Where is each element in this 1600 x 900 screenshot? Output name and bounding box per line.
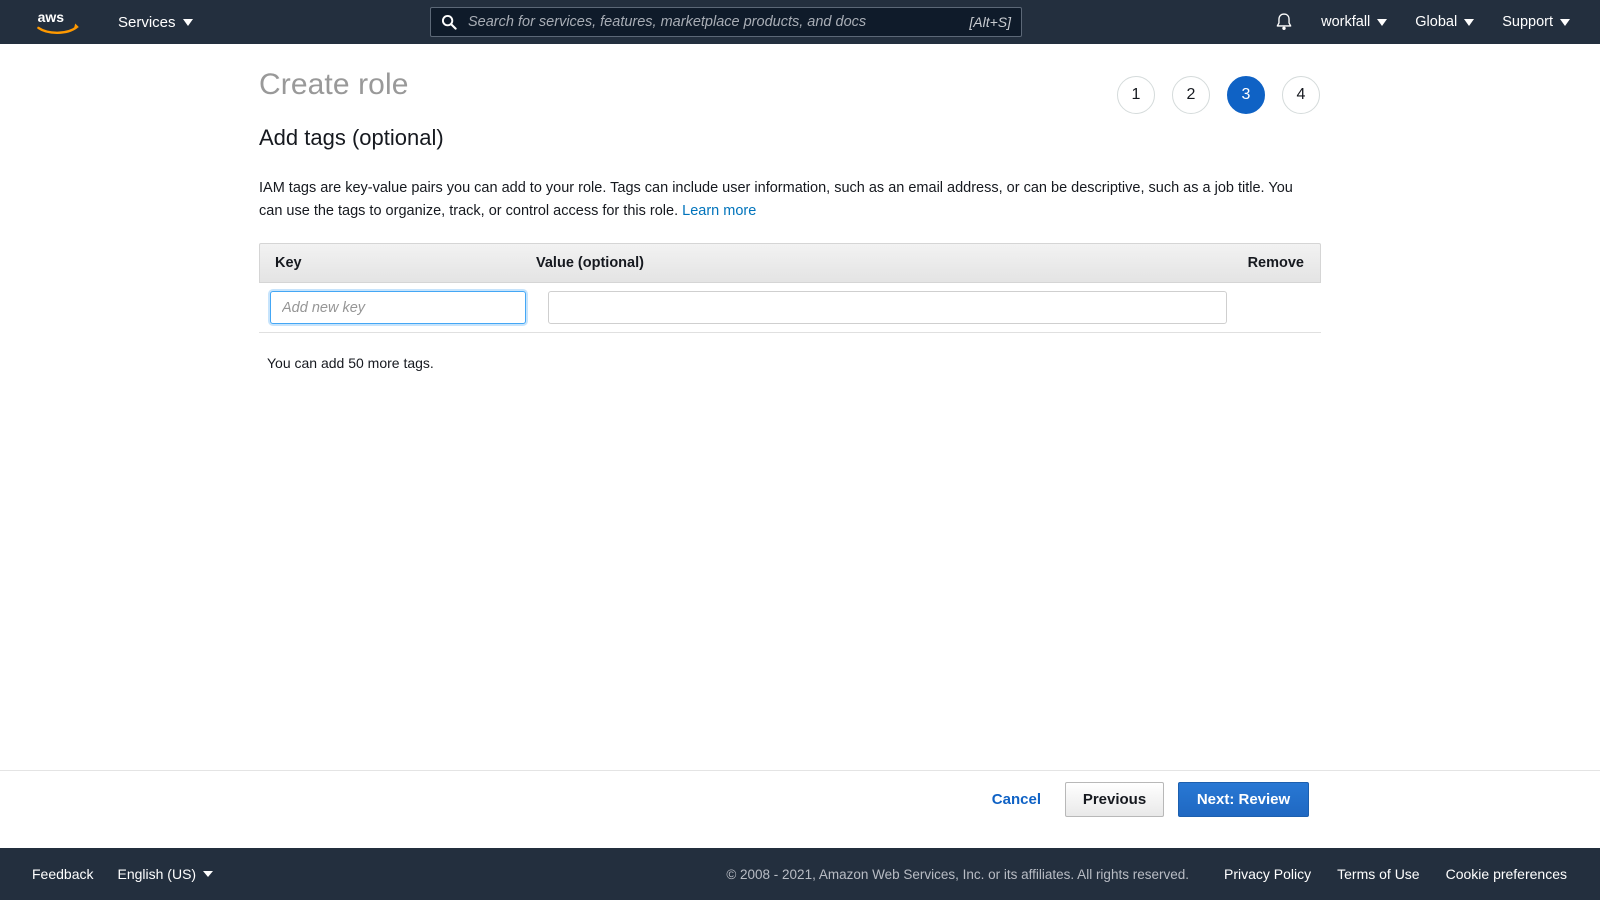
chevron-down-icon bbox=[182, 18, 193, 26]
account-menu-button[interactable]: workfall bbox=[1307, 0, 1401, 44]
cookie-preferences-link[interactable]: Cookie preferences bbox=[1433, 866, 1580, 882]
wizard-step-2[interactable]: 2 bbox=[1172, 76, 1210, 114]
top-navigation-bar: aws Services [Alt+S] work bbox=[0, 0, 1600, 44]
language-selector[interactable]: English (US) bbox=[105, 866, 225, 882]
action-bar-divider bbox=[0, 770, 1600, 771]
page-footer: Feedback English (US) © 2008 - 2021, Ama… bbox=[0, 848, 1600, 900]
global-search-box[interactable]: [Alt+S] bbox=[430, 7, 1022, 37]
footer-right-group: © 2008 - 2021, Amazon Web Services, Inc.… bbox=[726, 866, 1580, 882]
search-shortcut-hint: [Alt+S] bbox=[969, 14, 1011, 30]
column-header-key: Key bbox=[275, 255, 302, 271]
learn-more-link[interactable]: Learn more bbox=[682, 203, 756, 219]
description-text: IAM tags are key-value pairs you can add… bbox=[259, 180, 1293, 219]
section-description: IAM tags are key-value pairs you can add… bbox=[259, 177, 1319, 223]
terms-of-use-link[interactable]: Terms of Use bbox=[1324, 866, 1432, 882]
section-title: Add tags (optional) bbox=[259, 125, 444, 150]
chevron-down-icon bbox=[1377, 18, 1388, 26]
tag-key-input[interactable] bbox=[270, 291, 526, 324]
cancel-button[interactable]: Cancel bbox=[974, 791, 1059, 808]
tags-remaining-note: You can add 50 more tags. bbox=[267, 355, 434, 371]
main-content-area: Create role 1 2 3 4 Add tags (optional) … bbox=[0, 44, 1600, 814]
tags-table-header-row: Key Value (optional) Remove bbox=[259, 243, 1321, 283]
chevron-down-icon bbox=[203, 871, 214, 877]
svg-text:aws: aws bbox=[38, 9, 65, 25]
privacy-policy-link[interactable]: Privacy Policy bbox=[1211, 866, 1324, 882]
column-header-value: Value (optional) bbox=[536, 255, 644, 271]
support-menu-label: Support bbox=[1502, 14, 1553, 30]
wizard-step-indicator: 1 2 3 4 bbox=[1117, 76, 1320, 114]
search-input[interactable] bbox=[466, 13, 962, 31]
table-row bbox=[259, 283, 1321, 333]
wizard-action-bar: Cancel Previous Next: Review bbox=[974, 782, 1309, 817]
next-review-button[interactable]: Next: Review bbox=[1178, 782, 1309, 817]
feedback-link[interactable]: Feedback bbox=[20, 866, 105, 882]
support-menu-button[interactable]: Support bbox=[1488, 0, 1584, 44]
tag-value-input[interactable] bbox=[548, 291, 1227, 324]
notifications-button[interactable] bbox=[1261, 0, 1307, 44]
top-nav-right-group: workfall Global Support bbox=[1261, 0, 1584, 44]
services-menu-button[interactable]: Services bbox=[118, 14, 193, 31]
chevron-down-icon bbox=[1464, 18, 1475, 26]
chevron-down-icon bbox=[1560, 18, 1570, 26]
services-menu-label: Services bbox=[118, 13, 176, 31]
feedback-label: Feedback bbox=[32, 866, 94, 882]
search-icon bbox=[441, 14, 457, 30]
bell-icon bbox=[1275, 12, 1293, 32]
footer-left-group: Feedback English (US) bbox=[20, 866, 225, 882]
previous-button[interactable]: Previous bbox=[1065, 782, 1164, 817]
aws-logo-icon[interactable]: aws bbox=[36, 8, 82, 36]
wizard-step-3[interactable]: 3 bbox=[1227, 76, 1265, 114]
wizard-step-4[interactable]: 4 bbox=[1282, 76, 1320, 114]
column-header-remove: Remove bbox=[1247, 255, 1304, 271]
language-label: English (US) bbox=[117, 866, 197, 882]
region-menu-label: Global bbox=[1415, 14, 1458, 30]
copyright-text: © 2008 - 2021, Amazon Web Services, Inc.… bbox=[726, 866, 1189, 882]
region-menu-button[interactable]: Global bbox=[1401, 0, 1488, 44]
tags-table: Key Value (optional) Remove bbox=[259, 243, 1321, 333]
wizard-step-1[interactable]: 1 bbox=[1117, 76, 1155, 114]
account-menu-label: workfall bbox=[1321, 14, 1371, 30]
page-title: Create role bbox=[259, 68, 409, 101]
